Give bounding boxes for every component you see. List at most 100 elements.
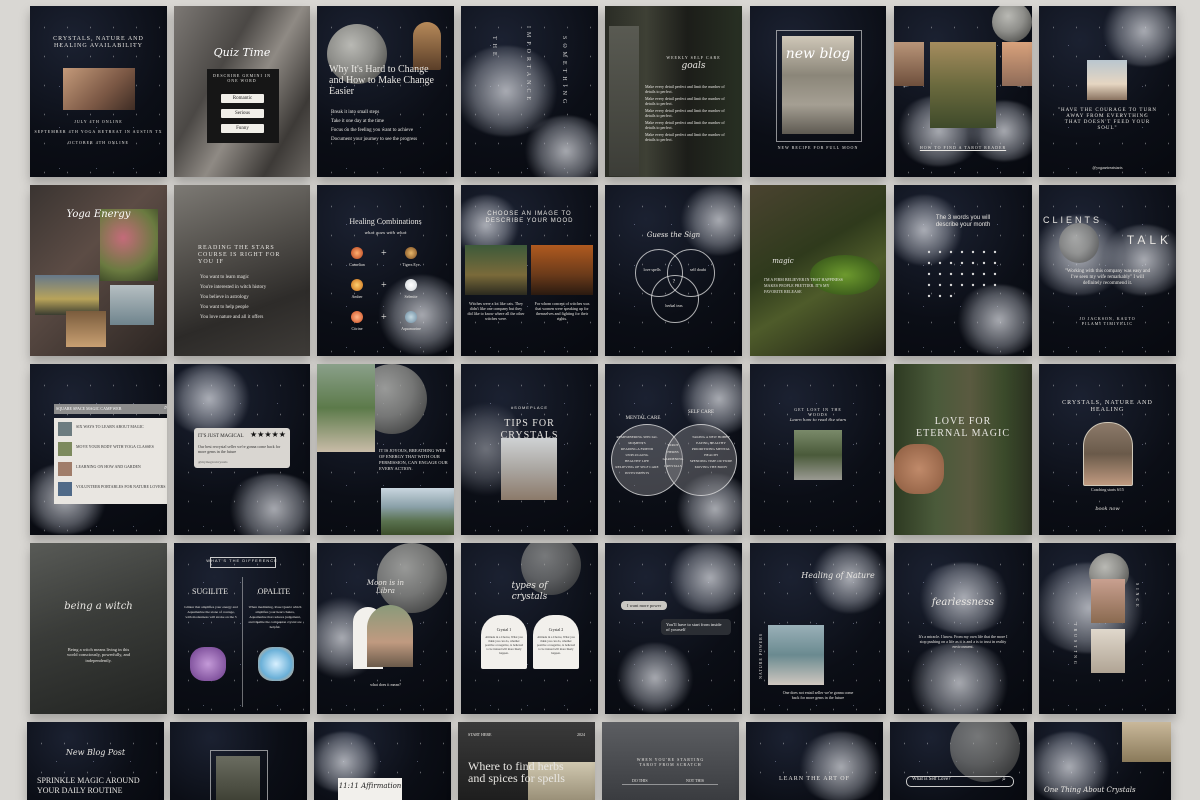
list-item[interactable]: MOVE YOUR BODY WITH YOGA CLASSES xyxy=(76,444,166,449)
list-item[interactable]: SIX WAYS TO LEARN ABOUT MAGIC xyxy=(76,424,166,429)
quote-photo xyxy=(1087,60,1127,100)
template-tile-mood[interactable]: CHOOSE AN IMAGE TO DESCRIBE YOUR MOOD Wi… xyxy=(461,185,598,356)
template-tile-healing-combos[interactable]: Healing Combinations what goes with what… xyxy=(317,185,454,356)
template-tile-pavilion[interactable] xyxy=(170,722,307,800)
tile-caption: NEW RECIPE FOR FULL MOON xyxy=(777,145,859,150)
venn-center-label: ? xyxy=(672,279,676,285)
list-item: Make every detail perfect and limit the … xyxy=(645,132,725,142)
search-icon[interactable]: ⌕ xyxy=(1002,775,1006,784)
quiz-option-button[interactable]: Funny xyxy=(221,124,264,133)
template-tile-guess-sign[interactable]: Guess the Sign love spells self doubt he… xyxy=(605,185,742,356)
tile-title: New Blog Post xyxy=(65,748,126,757)
template-tile-tips-crystals[interactable]: #SOMEPLACE TIPS FOR CRYSTALS xyxy=(461,364,598,535)
crystal-card-label: Crystal 1 xyxy=(496,627,512,632)
tile-body: It's a miracle. I know. From my own life… xyxy=(918,634,1008,649)
arrow-left-icon[interactable]: ← xyxy=(902,82,909,90)
tile-title: LEARN THE ART OF xyxy=(779,776,850,782)
template-tile-care-venn[interactable]: MENTAL CARE SELF CARE REMEMBERING SPECIA… xyxy=(605,364,742,535)
sugilite-photo xyxy=(190,647,226,681)
review-handle: @mymagicalcrystals xyxy=(198,460,228,464)
list-item: Make every detail perfect and limit the … xyxy=(645,108,725,118)
template-tile-tarot[interactable]: ← → HOW TO FIND A TAROT READER xyxy=(894,6,1032,177)
template-tile-calendar[interactable]: The 3 words you will describe your month xyxy=(894,185,1032,356)
template-tile-new-blog-post[interactable]: New Blog Post SPRINKLE MAGIC AROUND YOUR… xyxy=(27,722,164,800)
review-title: IT'S JUST MAGICAL xyxy=(198,434,244,439)
template-tile-magic[interactable]: magic I'M A FIRM BELIEVER IN THAT HAPPIN… xyxy=(750,185,886,356)
template-tile-eternal-magic[interactable]: LOVE FOR ETERNAL MAGIC xyxy=(894,364,1032,535)
tile-title: The 3 words you will describe your month xyxy=(935,215,991,229)
crystal-card-label: Crystal 2 xyxy=(548,627,564,632)
tile-caption: One does not entail seller we're gonna c… xyxy=(782,690,854,700)
main-photo xyxy=(930,42,996,128)
mood-photo xyxy=(465,245,527,295)
template-tile-types-crystals[interactable]: types of crystals Crystal 1 Crystal 2 Al… xyxy=(461,543,598,714)
list-item: Make every detail perfect and limit the … xyxy=(645,96,725,106)
date-line: JULY 4th ONLINE xyxy=(74,119,123,124)
template-tile-trusting[interactable]: TRUSTING SINCE xyxy=(1039,543,1176,714)
crystal-text: When meditating, Rose Quartz which ampli… xyxy=(248,605,302,629)
side-label: NATURE POWERS xyxy=(758,633,763,680)
arch-photo xyxy=(367,605,413,667)
search-icon[interactable]: ⌕ xyxy=(164,405,167,412)
crystal-label: Carnelian xyxy=(349,262,365,267)
tile-quote: "Working with this company was easy and … xyxy=(1064,269,1151,286)
template-tile-healing-nature[interactable]: Healing of Nature NATURE POWERS One does… xyxy=(750,543,886,714)
tile-tag: START HERE xyxy=(468,732,492,737)
template-tile-clouds-words[interactable]: THE IMPORTANCE SOMETHING xyxy=(461,6,598,177)
template-tile-reading-stars[interactable]: READING THE STARS COURSE IS RIGHT FOR YO… xyxy=(174,185,310,356)
template-tile-energy[interactable]: IT IS JOYOUS, BREATHING WEB OF ENERGY TH… xyxy=(317,364,454,535)
list-item: Break it into small steps xyxy=(331,110,380,115)
collage-photo xyxy=(1091,579,1125,623)
template-tile-quote[interactable]: "HAVE THE COURAGE TO TURN AWAY FROM EVER… xyxy=(1039,6,1176,177)
template-tile-learn-art[interactable]: LEARN THE ART OF xyxy=(746,722,883,800)
tile-title: Healing Combinations xyxy=(349,217,422,226)
list-item: Focus on the feeling you want to achieve xyxy=(331,128,414,133)
template-tile-moon-libra[interactable]: Moon is in Libra what does it mean? xyxy=(317,543,454,714)
template-tile-website[interactable]: SQUARE SPACE MAGIC CAMP WEB ⌕ SIX WAYS T… xyxy=(30,364,167,535)
template-tile-fearlessness[interactable]: fearlessness It's a miracle. I know. Fro… xyxy=(894,543,1032,714)
list-item[interactable]: LEARNING ON HOW AND GARDEN xyxy=(76,464,166,469)
tile-title: being a witch xyxy=(64,601,133,612)
crystal-icon xyxy=(405,311,417,323)
template-tile-difference[interactable]: WHAT'S THE DIFFERENCE SUGILITE OPALITE G… xyxy=(174,543,310,714)
opalite-photo xyxy=(258,647,294,681)
template-tile-affirmation[interactable]: 11:11 Affirmation xyxy=(314,722,451,800)
template-tile-woods[interactable]: GET LOST IN THE WOODS Learn how to read … xyxy=(750,364,886,535)
template-tile-quiz[interactable]: Quiz Time DESCRIBE GEMINI IN ONE WORD Ro… xyxy=(174,6,310,177)
crystal-card-text: Altitude in a Choice, What you think you… xyxy=(536,635,576,655)
template-tile-self-love[interactable]: What is Self Love? ⌕ xyxy=(890,722,1027,800)
tile-title: types of crystals xyxy=(511,581,548,602)
woods-photo xyxy=(794,430,842,480)
venn-item: REMEMBERING SPECIAL MOMENTS xyxy=(616,435,658,445)
arrow-right-icon[interactable]: → xyxy=(1016,82,1023,90)
venn-label: self doubt xyxy=(690,267,706,272)
template-tile-being-witch[interactable]: being a witch Being a witch means living… xyxy=(30,543,167,714)
rating-stars: ★★★★★ xyxy=(250,430,286,439)
list-item: You believe in astrology xyxy=(200,295,249,300)
tile-title: Guess the Sign xyxy=(646,231,701,239)
template-tile-crystals-healing[interactable]: CRYSTALS, NATURE AND HEALING Coaching st… xyxy=(1039,364,1176,535)
template-tile-goals[interactable]: WEEKLY SELF CARE goals Make every detail… xyxy=(605,6,742,177)
side-photo xyxy=(894,42,924,86)
tile-title: magic xyxy=(772,257,794,265)
template-tile-new-blog[interactable]: new blog NEW RECIPE FOR FULL MOON xyxy=(750,6,886,177)
template-tile-chat[interactable]: I want more power You'll have to start f… xyxy=(605,543,742,714)
quiz-option-button[interactable]: Romantic xyxy=(221,94,264,103)
tile-title-right: TALK xyxy=(1126,233,1172,247)
template-tile-one-thing[interactable]: One Thing About Crystals xyxy=(1034,722,1171,800)
template-tile-clients-talk[interactable]: CLIENTS TALK "Working with this company … xyxy=(1039,185,1176,356)
template-tile-review[interactable]: IT'S JUST MAGICAL ★★★★★ Our best recryst… xyxy=(174,364,310,535)
vertical-word: THE xyxy=(491,36,497,60)
tile-tag: WHAT'S THE DIFFERENCE xyxy=(206,558,278,563)
template-tile-availability[interactable]: CRYSTALS, NATURE AND HEALING AVAILABILIT… xyxy=(30,6,167,177)
template-tile-tarot-scratch[interactable]: WHEN YOU'RE STARTING TAROT FROM SCRATCH … xyxy=(602,722,739,800)
vertical-word: SOMETHING xyxy=(561,36,567,108)
template-tile-change[interactable]: Why It's Hard to Change and How to Make … xyxy=(317,6,454,177)
template-tile-herbs[interactable]: START HERE 2024 Where to find herbs and … xyxy=(458,722,595,800)
tile-title: LOVE FOR ETERNAL MAGIC xyxy=(915,416,1010,439)
crystal-icon xyxy=(405,247,417,259)
quiz-option-button[interactable]: Serious xyxy=(221,109,264,118)
template-tile-yoga-energy[interactable]: Yoga Energy xyxy=(30,185,167,356)
list-item[interactable]: VOLUNTEER PORTABLES FOR NATURE LOVERS xyxy=(76,484,166,489)
tile-handle: @yogaretreatstarts xyxy=(1092,165,1123,170)
